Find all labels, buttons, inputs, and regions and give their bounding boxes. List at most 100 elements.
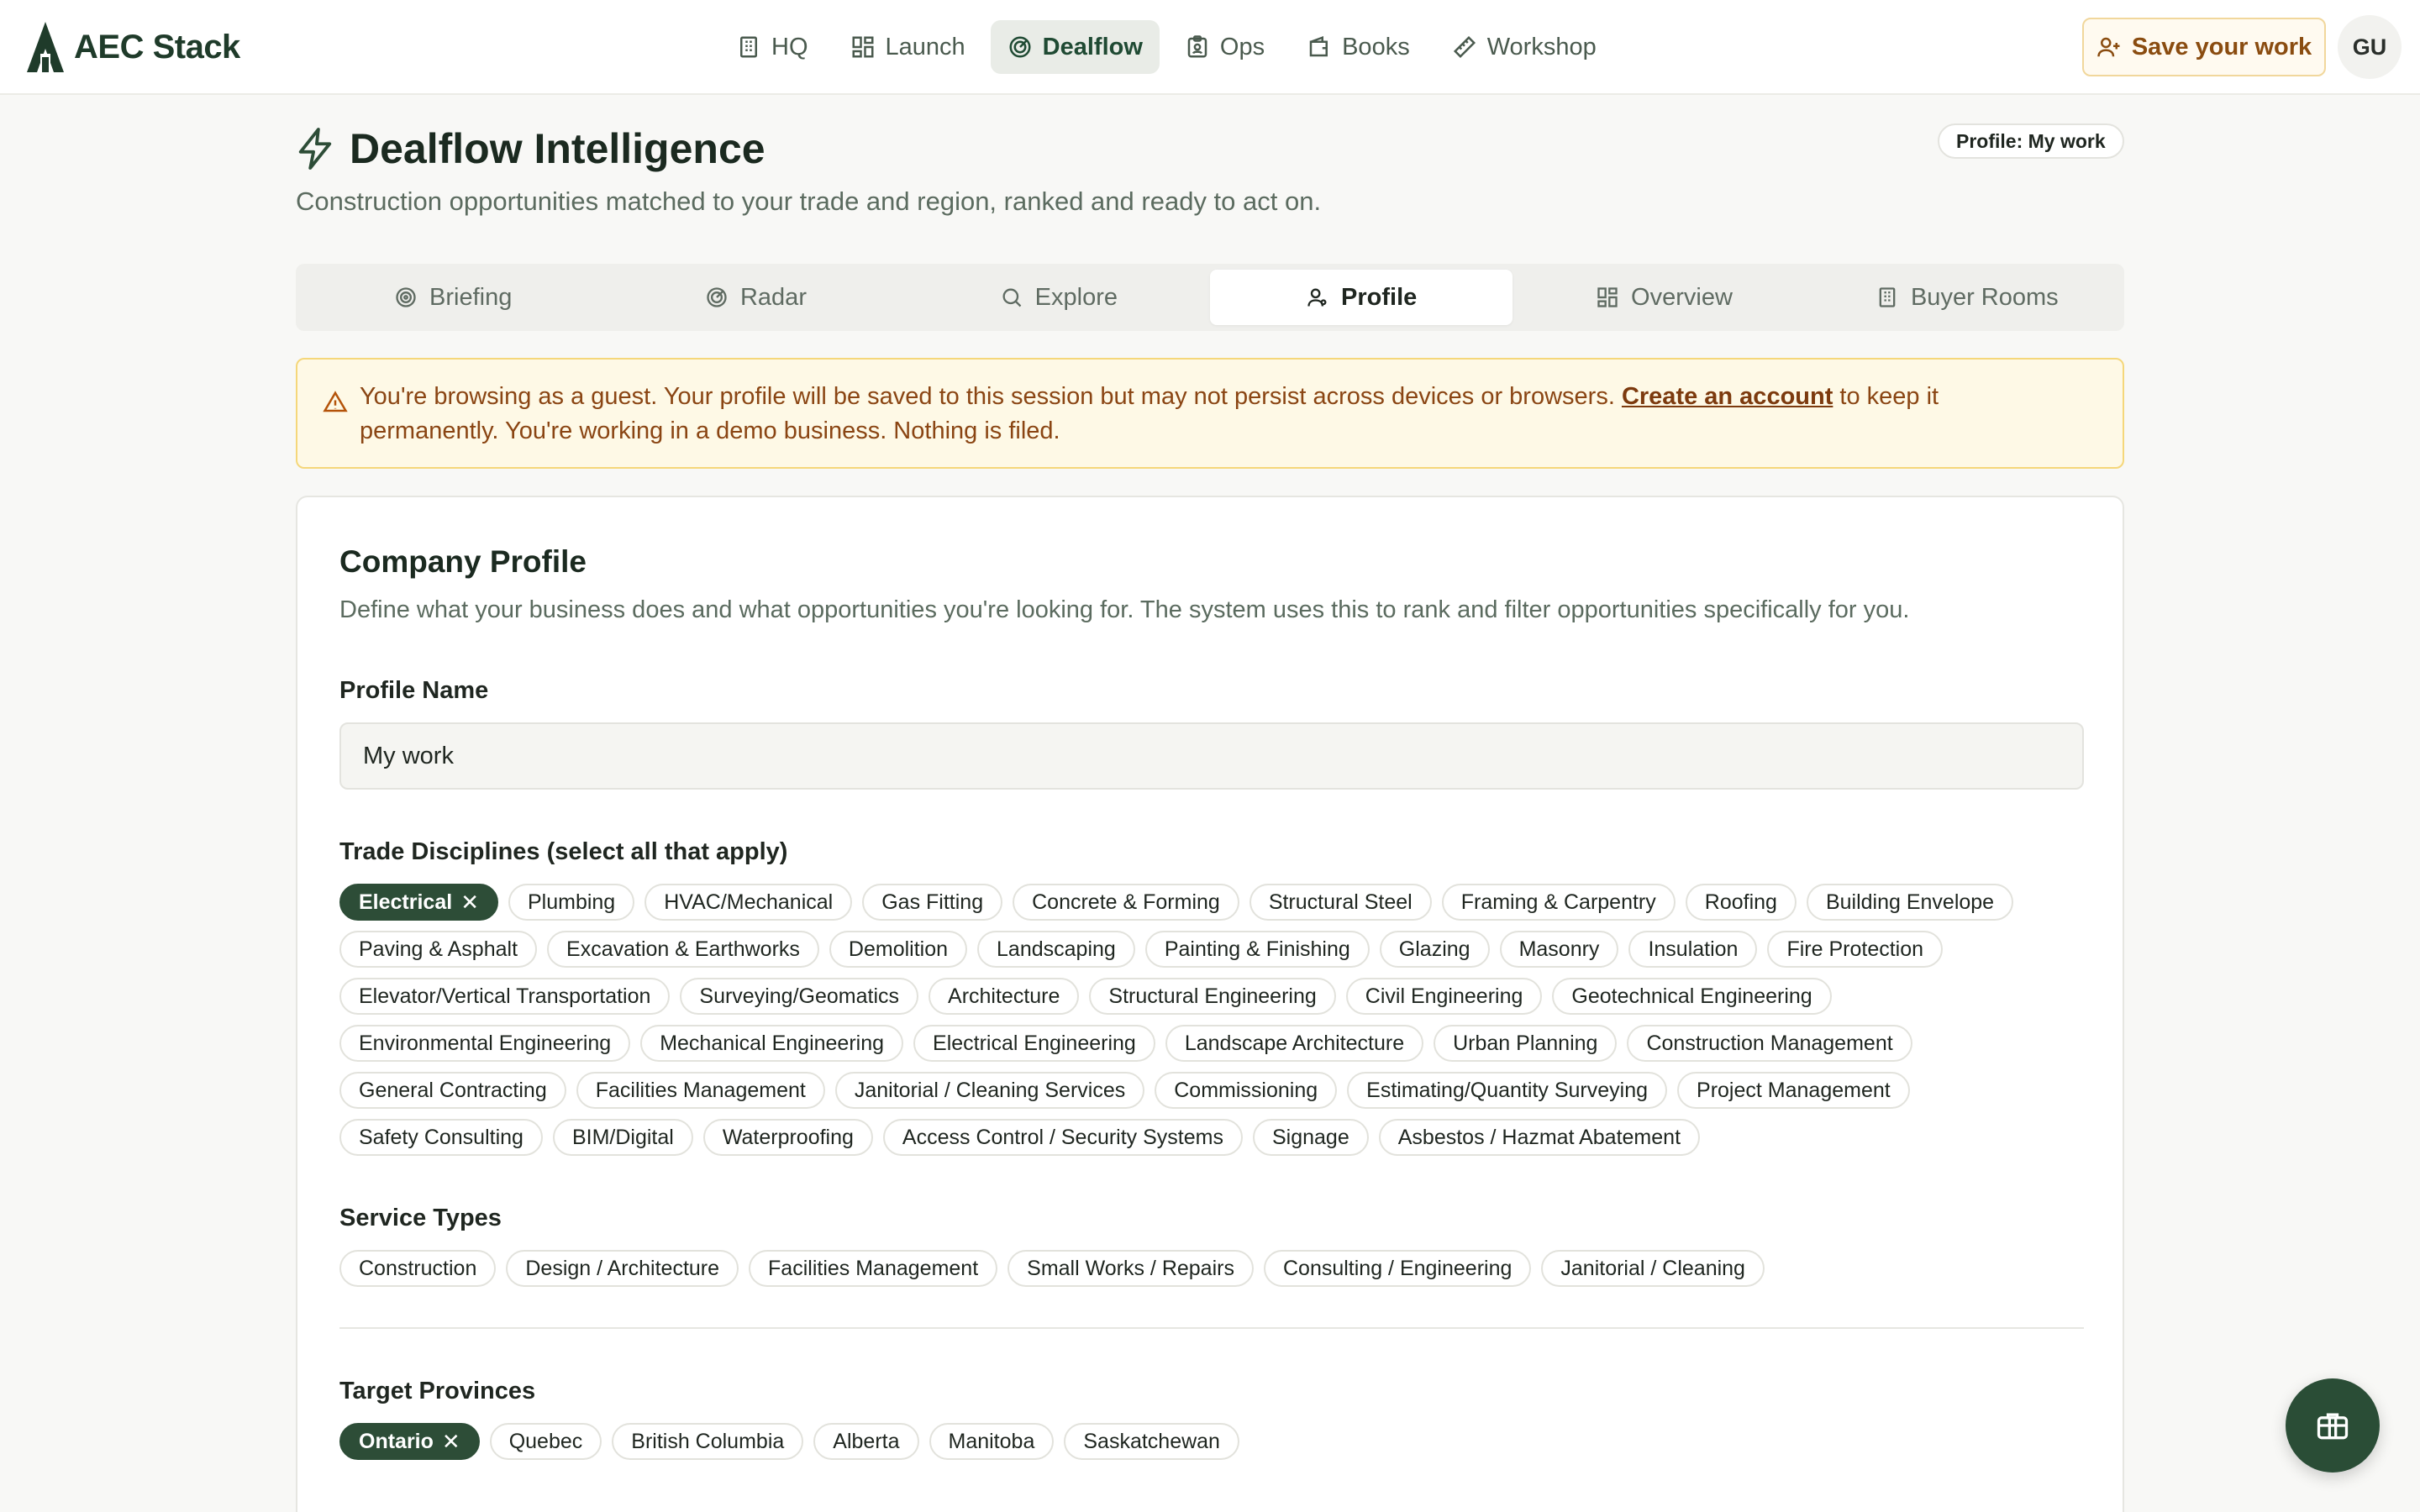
trade-chip[interactable]: Mechanical Engineering xyxy=(640,1025,904,1062)
trade-chip[interactable]: Janitorial / Cleaning Services xyxy=(834,1072,1145,1109)
nav-item-workshop[interactable]: Workshop xyxy=(1435,20,1613,74)
trade-chip[interactable]: Structural Steel xyxy=(1249,884,1432,921)
trade-chip[interactable]: Environmental Engineering xyxy=(339,1025,631,1062)
province-chip-label: Ontario xyxy=(359,1430,434,1453)
trade-chip[interactable]: Masonry xyxy=(1499,931,1619,968)
trade-chip[interactable]: Commissioning xyxy=(1155,1072,1338,1109)
trade-chip[interactable]: Estimating/Quantity Surveying xyxy=(1347,1072,1668,1109)
trade-chip[interactable]: Fire Protection xyxy=(1767,931,1944,968)
service-chip[interactable]: Small Works / Repairs xyxy=(1007,1250,1254,1287)
trade-chip[interactable]: Signage xyxy=(1252,1119,1369,1156)
trade-chip[interactable]: Electrical ✕ xyxy=(339,884,498,921)
tab-buyer-rooms[interactable]: Buyer Rooms xyxy=(1816,270,2118,325)
nav-item-books[interactable]: Books xyxy=(1290,20,1427,74)
trade-chip[interactable]: Excavation & Earthworks xyxy=(547,931,819,968)
search-icon xyxy=(1002,288,1021,307)
trade-chip-label: Urban Planning xyxy=(1453,1032,1598,1055)
trade-chip[interactable]: Asbestos / Hazmat Abatement xyxy=(1378,1119,1701,1156)
trade-chip[interactable]: Civil Engineering xyxy=(1345,978,1543,1015)
trade-chip[interactable]: Elevator/Vertical Transportation xyxy=(339,978,671,1015)
top-navigation-bar: AEC Stack HQ Launch Dealflow Ops Books W… xyxy=(0,0,2420,95)
trade-chip[interactable]: Architecture xyxy=(929,978,1080,1015)
trade-chip[interactable]: BIM/Digital xyxy=(552,1119,693,1156)
service-chip[interactable]: Construction xyxy=(339,1250,497,1287)
nav-item-hq[interactable]: HQ xyxy=(719,20,825,74)
province-chip[interactable]: Quebec xyxy=(489,1423,602,1460)
trade-chip[interactable]: Glazing xyxy=(1379,931,1490,968)
save-your-work-button[interactable]: Save your work xyxy=(2082,18,2326,76)
trade-chip-label: Excavation & Earthworks xyxy=(566,937,800,961)
trade-chip[interactable]: Demolition xyxy=(829,931,968,968)
floating-action-button[interactable] xyxy=(2286,1378,2380,1473)
trade-chip[interactable]: Concrete & Forming xyxy=(1013,884,1239,921)
trade-chip[interactable]: Project Management xyxy=(1677,1072,1910,1109)
province-chip[interactable]: British Columbia xyxy=(612,1423,804,1460)
grid-icon xyxy=(1597,287,1618,307)
guest-warning-alert: You're browsing as a guest. Your profile… xyxy=(296,358,2124,469)
nav-item-ops[interactable]: Ops xyxy=(1168,20,1281,74)
province-chip[interactable]: Ontario ✕ xyxy=(339,1423,480,1460)
trade-chip[interactable]: Waterproofing xyxy=(702,1119,873,1156)
province-chip[interactable]: Alberta xyxy=(813,1423,919,1460)
nav-item-label: Dealflow xyxy=(1042,33,1143,60)
trade-chip[interactable]: Structural Engineering xyxy=(1089,978,1336,1015)
trade-chip-label: Insulation xyxy=(1648,937,1739,961)
trade-chip[interactable]: Geotechnical Engineering xyxy=(1552,978,1832,1015)
radar-icon xyxy=(1009,36,1031,58)
trade-chip[interactable]: Roofing xyxy=(1685,884,1797,921)
trade-chip[interactable]: Surveying/Geomatics xyxy=(680,978,919,1015)
service-chip[interactable]: Facilities Management xyxy=(749,1250,998,1287)
trade-chip-label: Framing & Carpentry xyxy=(1460,890,1656,914)
trade-chip[interactable]: Framing & Carpentry xyxy=(1441,884,1676,921)
tab-explore[interactable]: Explore xyxy=(908,270,1210,325)
trade-chip-label: General Contracting xyxy=(359,1079,547,1102)
brand-logo[interactable]: AEC Stack xyxy=(25,20,240,74)
trade-disciplines-chips: Electrical ✕ Plumbing HVAC/Mechanical Gas Fi… xyxy=(339,884,2104,1156)
service-chip[interactable]: Design / Architecture xyxy=(506,1250,739,1287)
tab-briefing[interactable]: Briefing xyxy=(302,270,604,325)
tab-radar[interactable]: Radar xyxy=(604,270,907,325)
remove-x-icon[interactable]: ✕ xyxy=(442,1425,460,1458)
service-chip[interactable]: Consulting / Engineering xyxy=(1263,1250,1532,1287)
trade-chip-label: Masonry xyxy=(1518,937,1600,961)
trade-chip[interactable]: Plumbing xyxy=(508,884,635,921)
trade-chip[interactable]: Electrical Engineering xyxy=(913,1025,1155,1062)
trade-chip[interactable]: HVAC/Mechanical xyxy=(644,884,853,921)
province-chip[interactable]: Manitoba xyxy=(929,1423,1055,1460)
trades-label: Trade Disciplines (select all that apply… xyxy=(339,838,788,865)
service-chip[interactable]: Janitorial / Cleaning xyxy=(1541,1250,1765,1287)
profile-name-input[interactable] xyxy=(339,722,2084,790)
trade-chip[interactable]: Painting & Finishing xyxy=(1144,931,1370,968)
province-chip[interactable]: Saskatchewan xyxy=(1064,1423,1239,1460)
province-chip-label: Manitoba xyxy=(948,1430,1035,1453)
trade-chip[interactable]: Safety Consulting xyxy=(339,1119,543,1156)
create-account-link[interactable]: Create an account xyxy=(1622,383,1833,410)
nav-item-launch[interactable]: Launch xyxy=(834,20,982,74)
trade-chip-label: Janitorial / Cleaning Services xyxy=(854,1079,1126,1102)
remove-x-icon[interactable]: ✕ xyxy=(460,885,479,919)
trade-chip[interactable]: Landscaping xyxy=(977,931,1135,968)
trade-chip[interactable]: Building Envelope xyxy=(1806,884,2014,921)
nav-item-dealflow[interactable]: Dealflow xyxy=(990,20,1160,74)
trade-chip[interactable]: Paving & Asphalt xyxy=(339,931,538,968)
tab-label: Explore xyxy=(1034,283,1118,311)
tab-overview[interactable]: Overview xyxy=(1512,270,1815,325)
trade-chip[interactable]: General Contracting xyxy=(339,1072,566,1109)
tab-label: Briefing xyxy=(429,283,513,311)
profile-name-label: Profile Name xyxy=(339,677,489,704)
trade-chip[interactable]: Urban Planning xyxy=(1434,1025,1618,1062)
tab-label: Radar xyxy=(739,283,807,311)
trade-chip[interactable]: Landscape Architecture xyxy=(1165,1025,1424,1062)
trade-chip[interactable]: Gas Fitting xyxy=(862,884,1003,921)
user-avatar[interactable]: GU xyxy=(2338,15,2402,79)
trade-chip-label: Roofing xyxy=(1704,890,1777,914)
trade-chip[interactable]: Access Control / Security Systems xyxy=(882,1119,1243,1156)
user-icon xyxy=(1307,288,1327,307)
trade-chip[interactable]: Insulation xyxy=(1628,931,1758,968)
trade-chip[interactable]: Facilities Management xyxy=(576,1072,825,1109)
service-types-label: Service Types xyxy=(339,1205,502,1231)
tab-profile[interactable]: Profile xyxy=(1209,270,1513,325)
trade-chip-label: Access Control / Security Systems xyxy=(902,1126,1223,1149)
trade-chip[interactable]: Construction Management xyxy=(1627,1025,1912,1062)
save-button-label: Save your work xyxy=(2131,33,2312,60)
